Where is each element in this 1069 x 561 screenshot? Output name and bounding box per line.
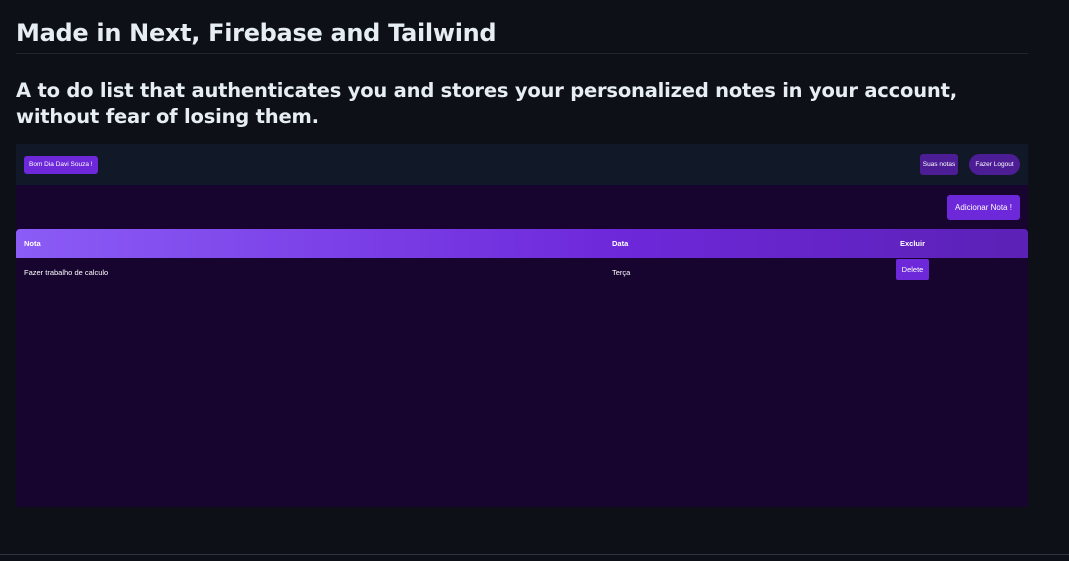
app-screenshot: Bom Dia Davi Souza ! Suas notas Fazer Lo… [16,144,1028,507]
app-navbar: Bom Dia Davi Souza ! Suas notas Fazer Lo… [16,144,1028,185]
your-notes-button[interactable]: Suas notas [920,154,958,175]
column-header-delete: Excluir [900,239,926,248]
readme-page: Made in Next, Firebase and Tailwind A to… [0,0,1069,561]
readme-description: A to do list that authenticates you and … [16,79,957,128]
logout-button[interactable]: Fazer Logout [969,154,1020,175]
heading-divider [16,53,1028,54]
readme-heading: Made in Next, Firebase and Tailwind [16,19,497,47]
table-header: Nota Data Excluir [16,229,1028,258]
date-cell: Terça [612,268,631,277]
column-header-note: Nota [24,239,41,248]
greeting-button[interactable]: Bom Dia Davi Souza ! [24,156,98,174]
column-header-date: Data [612,239,629,248]
note-cell: Fazer trabalho de calculo [24,268,109,277]
add-note-button[interactable]: Adicionar Nota ! [947,195,1020,220]
bottom-divider [0,554,1069,555]
delete-button[interactable]: Delete [896,259,929,280]
